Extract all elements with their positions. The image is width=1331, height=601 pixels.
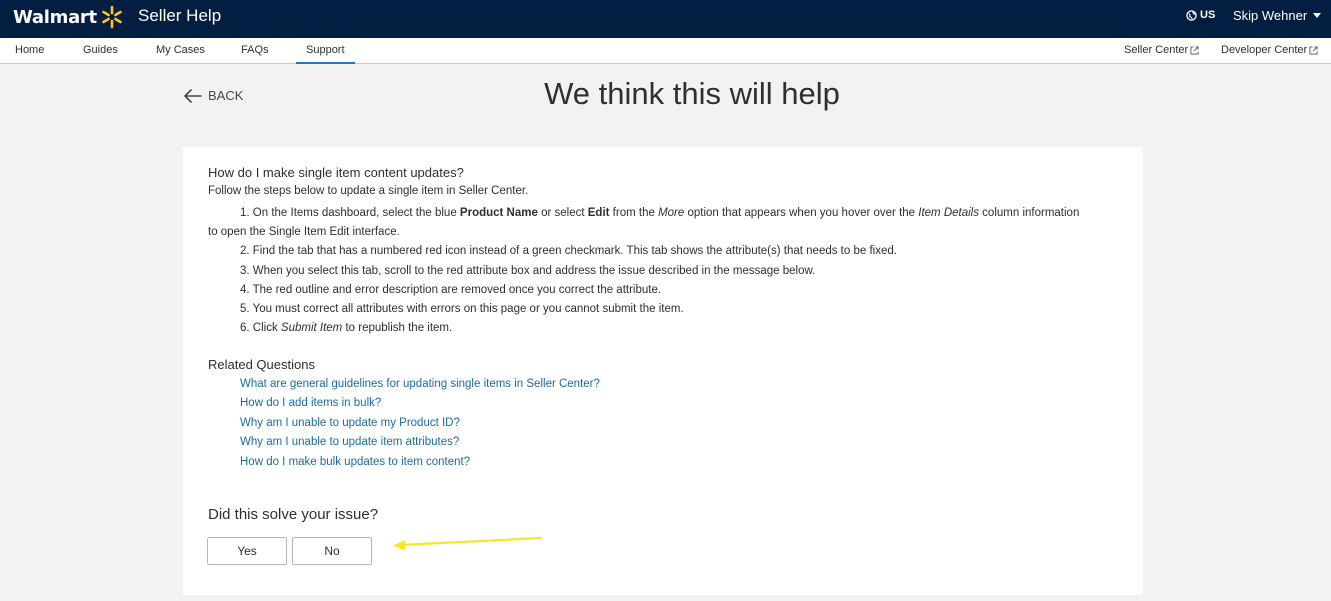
item-details-term: Item Details [918,207,979,219]
product-name-term: Product Name [459,207,538,219]
list-item: Why am I unable to update my Product ID? [240,414,600,433]
related-link[interactable]: Why am I unable to update item attribute… [240,436,459,448]
list-item: What are general guidelines for updating… [240,375,600,394]
step-1-text: option that appears when you hover over … [684,207,919,219]
step-1-text: 1. On the Items dashboard, select the bl… [240,207,460,219]
user-menu[interactable]: Skip Wehner [1233,8,1322,23]
step-6-text: to republish the item. [342,322,453,335]
external-link-icon [1309,45,1318,55]
nav-faqs[interactable]: FAQs [241,44,269,56]
step-1-text: column information [978,207,1080,219]
nav-support[interactable]: Support [296,44,354,64]
developer-center-label: Developer Center [1221,44,1308,56]
seller-center-link[interactable]: Seller Center [1124,44,1199,56]
main-nav: Home Guides My Cases FAQs Support Seller… [0,38,1331,64]
more-term: More [658,207,685,219]
related-questions-list: What are general guidelines for updating… [240,375,600,472]
steps-list: 1. On the Items dashboard, select the bl… [208,204,1120,338]
back-label: BACK [208,88,244,103]
back-button[interactable]: BACK [183,88,243,103]
step-1-continued-text: to open the Single Item Edit interface. [208,226,400,239]
annotation-arrow-icon [393,536,543,551]
seller-center-label: Seller Center [1124,44,1189,56]
developer-center-link[interactable]: Developer Center [1221,44,1318,56]
related-link[interactable]: Why am I unable to update my Product ID? [240,417,460,429]
top-bar: Walmart Seller Help US Skip Wehner [0,0,1331,38]
step-1: 1. On the Items dashboard, select the bl… [240,204,1120,223]
related-link[interactable]: How do I make bulk updates to item conte… [240,456,470,468]
article-intro: Follow the steps below to update a singl… [208,185,529,197]
article-card: How do I make single item content update… [183,147,1143,595]
step-2: 2. Find the tab that has a numbered red … [240,245,897,258]
related-questions-heading: Related Questions [208,357,315,372]
step-1-continued: to open the Single Item Edit interface. [208,223,1120,242]
list-item: How do I make bulk updates to item conte… [240,453,600,472]
step-5: 5. You must correct all attributes with … [240,303,684,316]
nav-my-cases[interactable]: My Cases [156,44,205,56]
brand-wordmark: Walmart [13,6,97,28]
step-6: 6. Click Submit Item to republish the it… [240,319,1120,338]
step-1-text: or select [537,207,588,219]
list-item: How do I add items in bulk? [240,394,600,413]
related-link[interactable]: How do I add items in bulk? [240,397,381,409]
walmart-logo[interactable]: Walmart [13,4,125,30]
step-6-text: 6. Click [240,322,281,335]
external-link-icon [1190,45,1199,55]
step-3: 3. When you select this tab, scroll to t… [240,264,816,277]
step-1-text: from the [609,207,659,219]
no-button[interactable]: No [292,537,372,565]
app-title: Seller Help [138,6,222,25]
list-item: Why am I unable to update item attribute… [240,433,600,452]
caret-down-icon [1313,13,1322,18]
locale-selector[interactable]: US [1186,9,1215,21]
step-4: 4. The red outline and error description… [240,283,662,296]
arrow-left-icon [184,88,202,103]
walmart-spark-icon [102,5,122,29]
submit-item-term: Submit Item [280,322,343,335]
yes-button[interactable]: Yes [207,537,287,565]
globe-icon [1186,9,1197,21]
user-name: Skip Wehner [1233,8,1308,23]
locale-label: US [1200,9,1216,21]
related-link[interactable]: What are general guidelines for updating… [240,378,600,390]
edit-term: Edit [587,207,610,219]
feedback-question: Did this solve your issue? [208,506,379,523]
nav-guides[interactable]: Guides [83,44,118,56]
article-question: How do I make single item content update… [208,165,464,180]
page-title: We think this will help [544,76,840,111]
nav-home[interactable]: Home [15,44,44,56]
